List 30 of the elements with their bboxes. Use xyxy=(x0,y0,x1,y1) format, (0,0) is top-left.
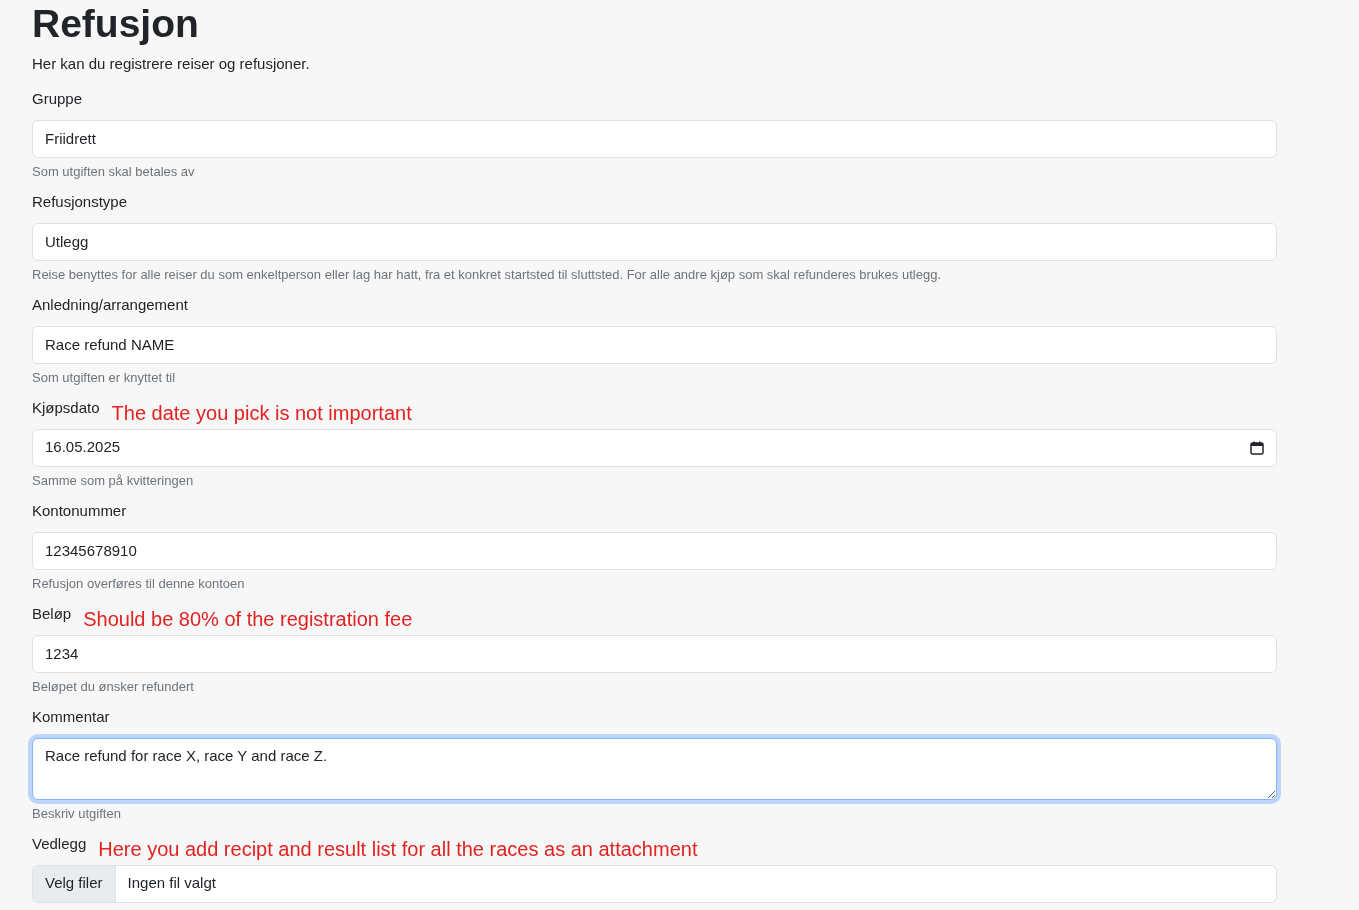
help-text: Beløpet du ønsker refundert xyxy=(32,677,195,696)
calendar-icon[interactable] xyxy=(1250,440,1264,455)
field-label: Kjøpsdato xyxy=(32,398,100,419)
field-label: Gruppe xyxy=(32,89,83,110)
choose-files-button[interactable]: Velg filer xyxy=(33,865,116,902)
text-field[interactable]: 1234 xyxy=(32,634,1277,673)
field-label: Kommentar xyxy=(32,707,110,728)
field-label: Kontonummer xyxy=(32,501,127,522)
help-text: Refusjon overføres til denne kontoen xyxy=(32,574,246,593)
help-text: Som utgiften skal betales av xyxy=(32,162,196,181)
field-label: Vedlegg xyxy=(32,834,87,855)
annotation-text: Should be 80% of the registration fee xyxy=(83,607,413,630)
text-field[interactable]: Utlegg xyxy=(32,222,1277,261)
field-label: Beløp xyxy=(32,604,72,625)
annotation-text: The date you pick is not important xyxy=(111,401,412,424)
annotation-text: Here you add recipt and result list for all the races as an attachment xyxy=(98,837,698,860)
text-field[interactable]: 12345678910 xyxy=(32,531,1277,570)
page-title: Refusjon xyxy=(32,1,200,47)
comment-field[interactable]: Race refund for race X, race Y and race Z. xyxy=(32,737,1277,800)
help-text: Samme som på kvitteringen xyxy=(32,471,195,490)
field-label: Anledning/arrangement xyxy=(32,295,188,316)
date-field[interactable]: 16.05.2025 xyxy=(32,428,1277,467)
text-field[interactable]: Race refund NAME xyxy=(32,325,1277,364)
intro-text: Her kan du registrere reiser og refusjoner. xyxy=(32,54,311,74)
help-text: Beskriv utgiften xyxy=(32,804,122,823)
text-field[interactable]: Friidrett xyxy=(32,119,1277,158)
file-field[interactable]: Velg filer Ingen fil valgt xyxy=(32,864,1277,903)
field-label: Refusjonstype xyxy=(32,192,128,213)
help-text: Som utgiften er knyttet til xyxy=(32,368,177,387)
help-text: Reise benyttes for alle reiser du som enkeltperson eller lag har hatt, fra et konkret startsted til sluttsted. For alle andre kjøp som skal refunderes brukes utlegg. xyxy=(32,265,942,284)
